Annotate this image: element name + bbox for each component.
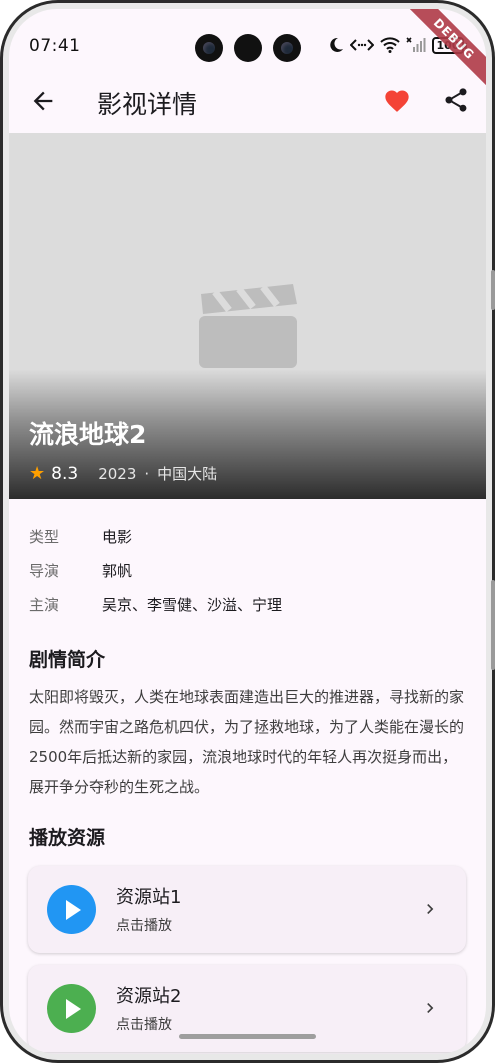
sources-heading: 播放资源 [29, 827, 106, 849]
share-icon[interactable] [442, 86, 470, 114]
source-card[interactable]: 资源站1 点击播放 [28, 866, 466, 953]
info-row-cast: 主演 吴京、李雪健、沙溢、宁理 [29, 587, 282, 621]
camera-icon [195, 34, 223, 62]
release-year: 2023 [98, 464, 137, 483]
chevron-right-icon [427, 904, 434, 914]
signal-icon [406, 37, 426, 52]
star-icon: ★ [29, 463, 46, 484]
info-row-type: 类型 电影 [29, 519, 282, 553]
wifi-icon [380, 37, 400, 53]
region: 中国大陆 [157, 465, 218, 483]
chevron-right-icon [427, 1003, 434, 1013]
app-bar: 影视详情 [9, 69, 486, 133]
type-value: 电影 [102, 527, 133, 546]
camera-icon [273, 34, 301, 62]
moon-icon [330, 37, 343, 52]
sensor-icon [234, 34, 262, 62]
status-time: 07:41 [29, 36, 81, 56]
director-label: 导演 [29, 561, 60, 580]
movie-meta: ★ 8.3 2023 · 中国大陆 [29, 463, 217, 484]
director-value: 郭帆 [102, 561, 133, 580]
info-row-director: 导演 郭帆 [29, 553, 282, 587]
data-transfer-icon [350, 39, 374, 51]
volume-button [491, 270, 495, 310]
cast-label: 主演 [29, 595, 60, 614]
source-subtitle: 点击播放 [116, 1017, 172, 1033]
play-icon [47, 885, 96, 934]
movie-info: 类型 电影 导演 郭帆 主演 吴京、李雪健、沙溢、宁理 [29, 519, 282, 621]
page-title: 影视详情 [97, 90, 198, 119]
source-name: 资源站1 [116, 887, 182, 908]
movie-clapper-icon [199, 284, 297, 368]
back-arrow-icon[interactable] [29, 87, 57, 115]
power-button [491, 580, 495, 670]
play-icon [47, 984, 96, 1033]
type-label: 类型 [29, 527, 60, 546]
phone-frame: 07:41 100 DEBUG 影视详情 [0, 0, 495, 1063]
source-name: 资源站2 [116, 986, 182, 1007]
synopsis-text: 太阳即将毁灭，人类在地球表面建造出巨大的推进器，寻找新的家园。然而宇宙之路危机四… [29, 688, 465, 796]
status-bar: 07:41 100 DEBUG [9, 9, 486, 96]
home-indicator[interactable] [179, 1034, 316, 1039]
screen: 07:41 100 DEBUG 影视详情 [9, 9, 486, 1054]
meta-separator: · [144, 464, 150, 483]
synopsis-heading: 剧情简介 [29, 649, 106, 671]
source-subtitle: 点击播放 [116, 918, 172, 934]
movie-title: 流浪地球2 [29, 420, 147, 449]
cast-value: 吴京、李雪健、沙溢、宁理 [102, 595, 283, 614]
heart-icon[interactable] [383, 87, 411, 115]
rating-value: 8.3 [51, 463, 79, 484]
poster-area: 流浪地球2 ★ 8.3 2023 · 中国大陆 [9, 133, 486, 499]
